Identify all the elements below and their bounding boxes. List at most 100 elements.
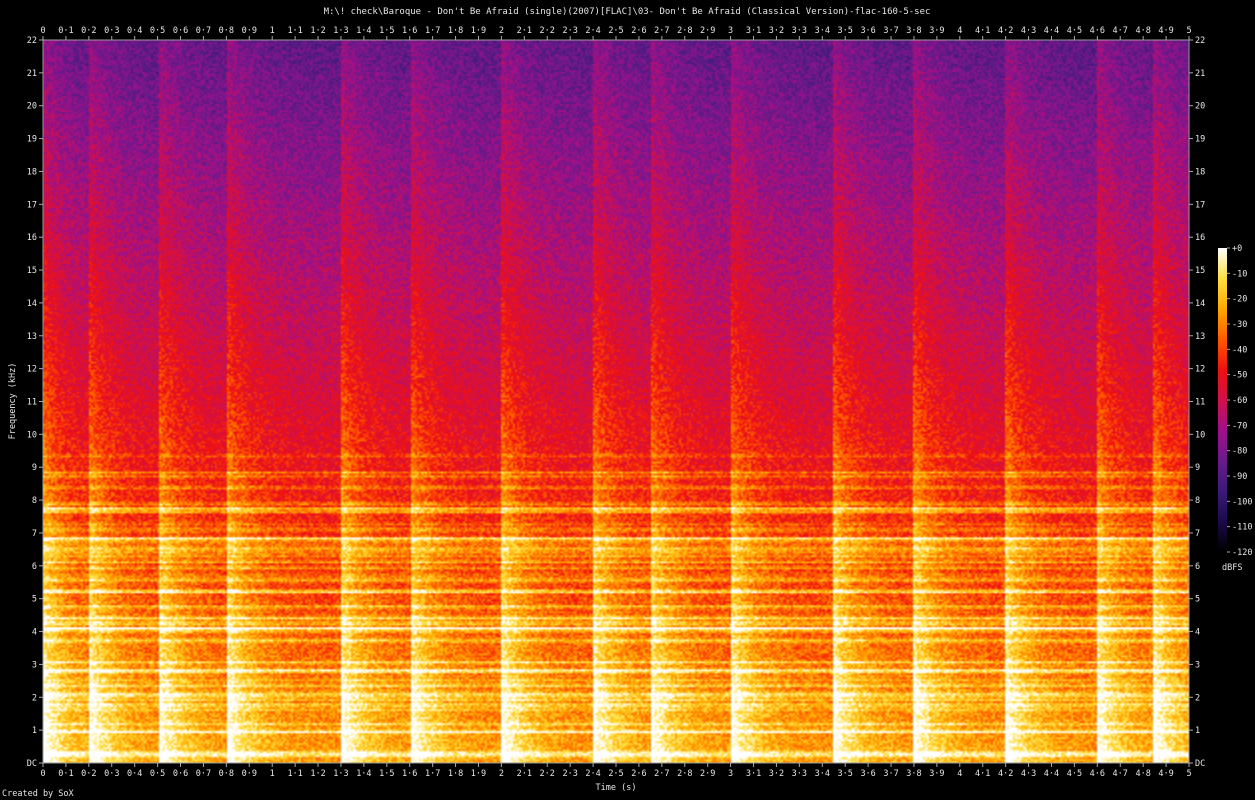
y-tick-label: 13 <box>1195 332 1205 342</box>
x-tick-label: 0·7 <box>196 26 211 36</box>
x-tick-label: 1 <box>270 26 275 36</box>
x-tick-label: 4·4 <box>1044 769 1059 779</box>
colorbar-tick-label: -120 <box>1232 548 1252 558</box>
x-tick-label: 2·4 <box>585 26 600 36</box>
x-tick-label: 2·2 <box>540 26 555 36</box>
y-tick-label: 8 <box>1195 496 1200 506</box>
x-tick-label: 1·5 <box>379 26 394 36</box>
colorbar-tick-label: -70 <box>1232 421 1247 431</box>
x-tick-label: 0·4 <box>127 26 142 36</box>
x-tick-label: 2·9 <box>700 26 715 36</box>
x-tick-label: 0·9 <box>242 769 257 779</box>
x-tick-label: 4·8 <box>1135 769 1150 779</box>
y-tick-label: 9 <box>32 463 37 473</box>
colorbar-tick-label: -110 <box>1232 523 1252 533</box>
colorbar-tick-label: -100 <box>1232 497 1252 507</box>
x-tick-label: 0·3 <box>104 26 119 36</box>
x-tick-label: 2 <box>499 769 504 779</box>
x-tick-label: 5 <box>1186 769 1191 779</box>
x-tick-label: 0·5 <box>150 769 165 779</box>
x-tick-label: 3·6 <box>860 26 875 36</box>
y-tick-label: 10 <box>27 430 37 440</box>
y-tick-label: 6 <box>1195 562 1200 572</box>
y-tick-label: 15 <box>27 266 37 276</box>
x-tick-label: 1·1 <box>287 769 302 779</box>
x-tick-label: 4·5 <box>1067 769 1082 779</box>
x-tick-label: 1·2 <box>310 769 325 779</box>
y-tick-label: DC <box>1195 759 1205 769</box>
x-tick-label: 1·5 <box>379 769 394 779</box>
x-tick-label: 3 <box>728 26 733 36</box>
colorbar-tick-label: -50 <box>1232 371 1247 381</box>
spectrogram-image <box>43 40 1189 763</box>
y-tick-label: 21 <box>27 69 37 79</box>
x-tick-label: 1·9 <box>471 769 486 779</box>
x-tick-label: 4·3 <box>1021 26 1036 36</box>
y-tick-label: 20 <box>1195 102 1205 112</box>
x-tick-label: 4·3 <box>1021 769 1036 779</box>
x-tick-label: 2·8 <box>677 26 692 36</box>
y-tick-label: 2 <box>1195 693 1200 703</box>
y-tick-label: 17 <box>1195 200 1205 210</box>
y-tick-label: 3 <box>1195 660 1200 670</box>
y-tick-label: 21 <box>1195 69 1205 79</box>
x-tick-label: 0·8 <box>219 26 234 36</box>
x-tick-label: 4·2 <box>998 769 1013 779</box>
y-tick-label: 18 <box>1195 167 1205 177</box>
x-tick-label: 3·5 <box>838 26 853 36</box>
x-tick-label: 1·7 <box>425 769 440 779</box>
colorbar-tick-label: -20 <box>1232 295 1247 305</box>
x-tick-label: 3·1 <box>746 26 761 36</box>
x-tick-label: 4·9 <box>1158 26 1173 36</box>
x-tick-label: 0·2 <box>81 26 96 36</box>
y-axis-right: DC12345678910111213141516171819202122 <box>1189 36 1205 769</box>
x-tick-label: 2·3 <box>562 26 577 36</box>
x-tick-label: 4 <box>957 769 962 779</box>
x-tick-label: 0·4 <box>127 769 142 779</box>
x-tick-label: 1·8 <box>448 26 463 36</box>
colorbar-tick-label: -80 <box>1232 447 1247 457</box>
y-tick-label: 9 <box>1195 463 1200 473</box>
x-tick-label: 0·8 <box>219 769 234 779</box>
x-tick-label: 2·5 <box>608 26 623 36</box>
plot-area <box>42 39 1190 764</box>
colorbar: +0 -10 -20 -30 -40 -50 -60 -70 -80 -90 -100 -110 -12… <box>1218 244 1252 573</box>
x-tick-label: 4·1 <box>975 26 990 36</box>
x-tick-label: 1·4 <box>356 769 371 779</box>
y-tick-label: 11 <box>1195 398 1205 408</box>
x-tick-label: 2·7 <box>654 769 669 779</box>
x-tick-label: 4·6 <box>1090 26 1105 36</box>
x-tick-label: 1·4 <box>356 26 371 36</box>
y-tick-label: 1 <box>1195 726 1200 736</box>
x-tick-label: 4·2 <box>998 26 1013 36</box>
x-tick-label: 4·7 <box>1113 769 1128 779</box>
spectrogram-chart: M:\! check\Baroque - Don't Be Afraid (si… <box>8 7 1252 793</box>
x-axis-label: Time (s) <box>596 783 637 793</box>
x-tick-label: 3·9 <box>929 769 944 779</box>
y-tick-label: 10 <box>1195 430 1205 440</box>
y-tick-label: 4 <box>1195 628 1200 638</box>
x-tick-label: 0·1 <box>58 26 73 36</box>
x-tick-label: 4·7 <box>1113 26 1128 36</box>
x-tick-label: 1·9 <box>471 26 486 36</box>
y-tick-label: 22 <box>1195 36 1205 46</box>
x-tick-label: 0·6 <box>173 26 188 36</box>
x-tick-label: 0·6 <box>173 769 188 779</box>
y-tick-label: 3 <box>32 660 37 670</box>
x-tick-label: 3·4 <box>815 769 830 779</box>
x-tick-label: 2·7 <box>654 26 669 36</box>
x-tick-label: 1 <box>270 769 275 779</box>
x-tick-label: 0·5 <box>150 26 165 36</box>
colorbar-tick-label: -90 <box>1232 472 1247 482</box>
x-tick-label: 1·2 <box>310 26 325 36</box>
x-tick-label: 3·8 <box>906 26 921 36</box>
x-tick-label: 0·2 <box>81 769 96 779</box>
x-tick-label: 1·1 <box>287 26 302 36</box>
x-tick-label: 1·8 <box>448 769 463 779</box>
x-tick-label: 2·8 <box>677 769 692 779</box>
y-tick-label: 12 <box>1195 365 1205 375</box>
y-tick-label: 16 <box>1195 233 1205 243</box>
y-tick-label: 5 <box>1195 595 1200 605</box>
y-tick-label: DC <box>27 759 37 769</box>
x-tick-label: 3·2 <box>769 769 784 779</box>
